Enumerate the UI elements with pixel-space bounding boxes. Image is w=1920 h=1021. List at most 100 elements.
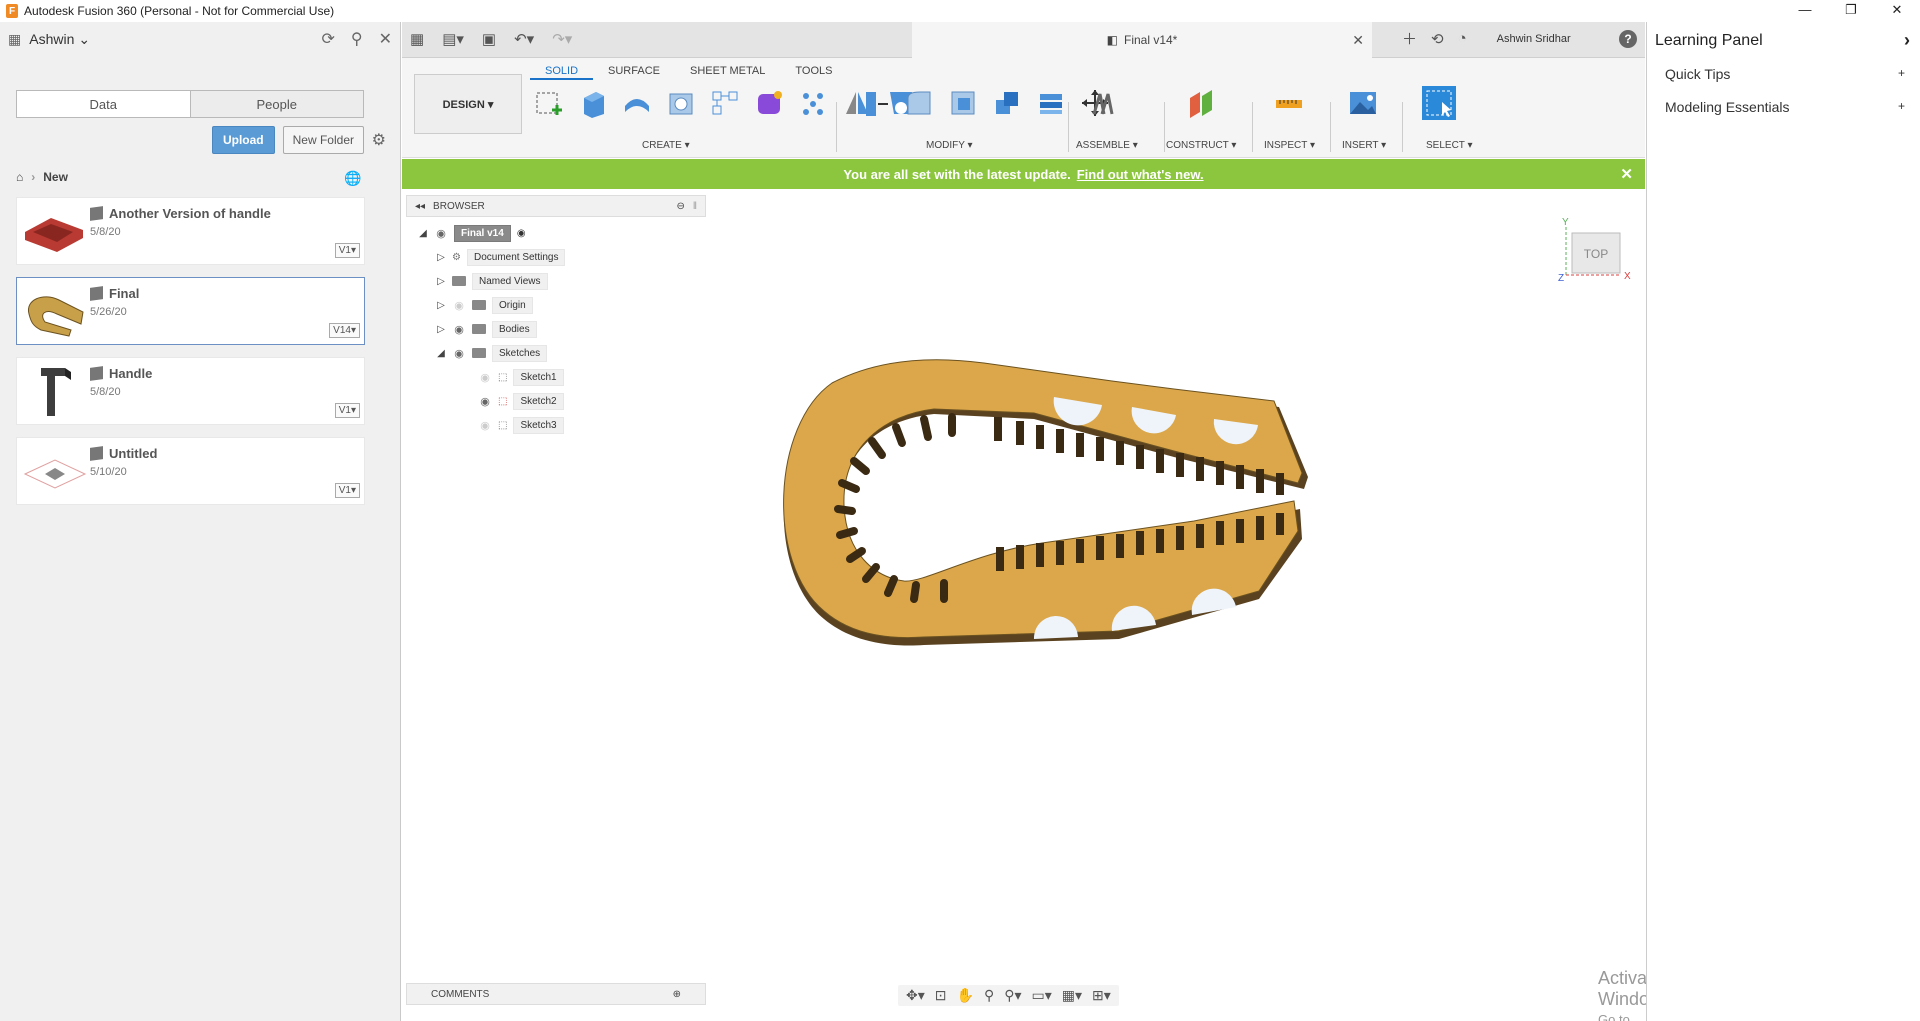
combine-icon[interactable] — [990, 86, 1024, 120]
collapsed-triangle-icon[interactable]: ▷ — [436, 324, 446, 335]
shell-icon[interactable] — [946, 86, 980, 120]
create-sketch-icon[interactable] — [532, 86, 566, 120]
version-badge[interactable]: V14▾ — [329, 323, 360, 338]
learning-item-modeling-essentials[interactable]: Modeling Essentials + — [1665, 99, 1905, 115]
file-menu-icon[interactable]: ▤▾ — [442, 30, 464, 48]
user-account[interactable]: Ashwin Sridhar — [1497, 33, 1571, 45]
version-badge[interactable]: V1▾ — [334, 403, 360, 418]
display-settings-icon[interactable]: ▭▾ — [1031, 987, 1051, 1004]
gear-icon[interactable]: ⚙ — [372, 130, 386, 150]
learning-item-quick-tips[interactable]: Quick Tips + — [1665, 66, 1905, 82]
chevron-right-icon[interactable]: › — [1904, 30, 1910, 51]
minimize-button[interactable]: — — [1782, 0, 1828, 22]
tab-solid[interactable]: SOLID — [530, 62, 594, 80]
create-group-label[interactable]: CREATE ▾ — [642, 140, 690, 151]
close-banner-icon[interactable]: ✕ — [1620, 165, 1633, 183]
assemble-group-label[interactable]: ASSEMBLE ▾ — [1076, 140, 1138, 151]
tree-node-origin[interactable]: ▷ ◉ Origin — [436, 295, 533, 315]
canvas-viewport[interactable]: ◂◂ BROWSER ⊖ ‖ ◢ ◉ Final v14 ◉ ▷ ⚙ Docum… — [402, 189, 1671, 1021]
tree-node-bodies[interactable]: ▷ ◉ Bodies — [436, 319, 537, 339]
search-icon[interactable]: ⚲ — [351, 29, 363, 49]
version-badge[interactable]: V1▾ — [334, 483, 360, 498]
expand-plus-icon[interactable]: + — [1898, 99, 1905, 115]
apps-grid-icon[interactable]: ▦ — [8, 31, 21, 48]
hole-icon[interactable] — [664, 86, 698, 120]
construct-group-label[interactable]: CONSTRUCT ▾ — [1166, 140, 1236, 151]
expanded-triangle-icon[interactable]: ◢ — [418, 228, 428, 239]
tree-node-sketch3[interactable]: ◉ ⬚ Sketch3 — [478, 415, 564, 435]
save-icon[interactable]: ▣ — [482, 30, 496, 48]
workspace-switcher[interactable]: DESIGN ▾ — [414, 74, 522, 134]
form-icon[interactable] — [752, 86, 786, 120]
panel-grip-icon[interactable]: ‖ — [693, 201, 697, 212]
help-icon[interactable]: ? — [1619, 30, 1637, 48]
tree-node-sketch1[interactable]: ◉ ⬚ Sketch1 — [478, 367, 564, 387]
expand-plus-icon[interactable]: + — [1898, 66, 1905, 82]
user-switcher[interactable]: Ashwin ⌄ — [29, 31, 90, 48]
model-body[interactable] — [774, 359, 1394, 719]
eye-icon[interactable]: ◉ — [452, 323, 466, 336]
insert-group-label[interactable]: INSERT ▾ — [1342, 140, 1386, 151]
extensions-icon[interactable]: ⟲ — [1431, 30, 1444, 48]
collapsed-triangle-icon[interactable]: ▷ — [436, 252, 446, 263]
eye-icon[interactable]: ◉ — [478, 395, 492, 408]
document-tab[interactable]: ◧ Final v14* ✕ — [912, 22, 1372, 58]
upload-button[interactable]: Upload — [211, 126, 275, 154]
pan-icon[interactable]: ✋ — [957, 987, 974, 1004]
expanded-triangle-icon[interactable]: ◢ — [436, 348, 446, 359]
select-group-label[interactable]: SELECT ▾ — [1426, 140, 1473, 151]
eye-hidden-icon[interactable]: ◉ — [452, 299, 466, 312]
orbit-icon[interactable]: ✥▾ — [906, 987, 925, 1004]
new-tab-icon[interactable]: ＋ — [1402, 28, 1417, 49]
offset-face-icon[interactable] — [1034, 86, 1068, 120]
collapsed-triangle-icon[interactable]: ▷ — [436, 276, 446, 287]
data-panel-toggle-icon[interactable]: ▦ — [410, 30, 424, 48]
version-badge[interactable]: V1▾ — [334, 243, 360, 258]
collapse-icon[interactable]: ◂◂ — [415, 201, 425, 212]
tree-node-named-views[interactable]: ▷ Named Views — [436, 271, 548, 291]
eye-icon[interactable]: ◉ — [452, 347, 466, 360]
tab-tools[interactable]: TOOLS — [780, 62, 847, 80]
close-panel-icon[interactable]: ✕ — [379, 29, 392, 49]
tree-node-sketches[interactable]: ◢ ◉ Sketches — [436, 343, 548, 363]
refresh-icon[interactable]: ⟳ — [321, 29, 334, 49]
grid-settings-icon[interactable]: ▦▾ — [1062, 987, 1082, 1004]
breadcrumb-current[interactable]: New — [43, 170, 68, 184]
tab-sheet-metal[interactable]: SHEET METAL — [675, 62, 780, 80]
view-cube[interactable]: TOP Y X Z — [1550, 217, 1650, 297]
whats-new-link[interactable]: Find out what's new. — [1077, 167, 1204, 182]
eye-icon[interactable]: ◉ — [434, 227, 448, 240]
eye-hidden-icon[interactable]: ◉ — [478, 419, 492, 432]
measure-icon[interactable] — [1272, 86, 1306, 120]
view-cube-face[interactable]: TOP — [1584, 247, 1608, 261]
add-comment-icon[interactable]: ⊕ — [673, 989, 681, 1000]
fillet-icon[interactable] — [902, 86, 936, 120]
modify-group-label[interactable]: MODIFY ▾ — [926, 140, 973, 151]
close-icon[interactable]: ✕ — [1352, 32, 1364, 49]
globe-icon[interactable]: 🌐 — [344, 170, 361, 187]
restore-button[interactable]: ❐ — [1828, 0, 1874, 22]
file-card[interactable]: Handle 5/8/20 V1▾ — [16, 357, 365, 425]
undo-icon[interactable]: ↶▾ — [514, 30, 534, 48]
close-window-button[interactable]: ✕ — [1874, 0, 1920, 22]
tab-surface[interactable]: SURFACE — [593, 62, 675, 80]
file-card[interactable]: Another Version of handle 5/8/20 V1▾ — [16, 197, 365, 265]
press-pull-icon[interactable] — [858, 86, 892, 120]
select-icon[interactable] — [1422, 86, 1456, 120]
collapsed-triangle-icon[interactable]: ▷ — [436, 300, 446, 311]
circular-pattern-icon[interactable] — [796, 86, 830, 120]
file-card[interactable]: Untitled 5/10/20 V1▾ — [16, 437, 365, 505]
activate-radio-icon[interactable]: ◉ — [517, 228, 526, 239]
tab-data[interactable]: Data — [17, 91, 191, 117]
insert-image-icon[interactable] — [1346, 86, 1380, 120]
inspect-group-label[interactable]: INSPECT ▾ — [1264, 140, 1315, 151]
pattern-icon[interactable] — [708, 86, 742, 120]
joint-icon[interactable] — [1086, 86, 1120, 120]
zoom-window-icon[interactable]: ⚲▾ — [1004, 987, 1021, 1004]
tree-node-root[interactable]: ◢ ◉ Final v14 ◉ — [418, 223, 526, 243]
eye-hidden-icon[interactable]: ◉ — [478, 371, 492, 384]
redo-icon[interactable]: ↷▾ — [552, 30, 572, 48]
tab-people[interactable]: People — [190, 91, 363, 117]
viewports-icon[interactable]: ⊞▾ — [1092, 987, 1111, 1004]
home-icon[interactable]: ⌂ — [16, 170, 23, 184]
